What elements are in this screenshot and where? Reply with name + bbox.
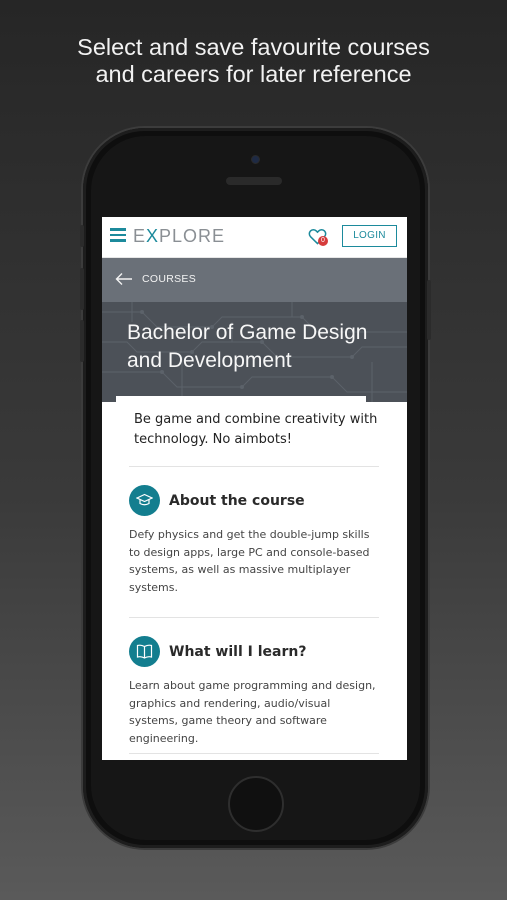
app-header: EXPLORE 0 LOGIN — [102, 217, 407, 258]
phone-speaker — [226, 177, 282, 185]
section-body-about: Defy physics and get the double-jump ski… — [129, 528, 370, 594]
promo-line-1: Select and save favourite courses — [77, 34, 430, 60]
phone-mute-switch — [80, 225, 84, 247]
promo-headline: Select and save favourite courses and ca… — [0, 34, 507, 88]
phone-power-button — [427, 280, 431, 340]
course-title: Bachelor of Game Design and Development — [127, 321, 368, 372]
graduation-cap-icon — [129, 485, 160, 516]
breadcrumb-label[interactable]: COURSES — [142, 273, 196, 285]
divider — [129, 466, 379, 467]
phone-volume-up — [80, 268, 84, 310]
promo-line-2: and careers for later reference — [95, 61, 412, 87]
favourites-count-badge: 0 — [318, 236, 328, 246]
app-logo[interactable]: EXPLORE — [133, 226, 225, 247]
section-body-learn: Learn about game programming and design,… — [129, 679, 376, 745]
home-button[interactable] — [228, 776, 284, 832]
camera-icon — [251, 155, 260, 164]
book-icon — [129, 636, 160, 667]
section-title-about: About the course — [169, 493, 305, 509]
divider — [129, 753, 379, 754]
section-title-learn: What will I learn? — [169, 644, 307, 660]
course-hero: Bachelor of Game Design and Development — [102, 302, 407, 402]
course-intro: Be game and combine creativity with tech… — [134, 412, 378, 447]
login-button[interactable]: LOGIN — [342, 225, 397, 247]
back-arrow-icon[interactable] — [115, 272, 133, 286]
breadcrumb[interactable]: COURSES — [102, 258, 407, 302]
menu-icon[interactable] — [110, 228, 126, 242]
phone-volume-down — [80, 320, 84, 362]
app-screen: EXPLORE 0 LOGIN COURSES Bachelor of Game… — [102, 217, 407, 760]
course-content-card: Be game and combine creativity with tech… — [116, 396, 379, 760]
divider — [129, 617, 379, 618]
